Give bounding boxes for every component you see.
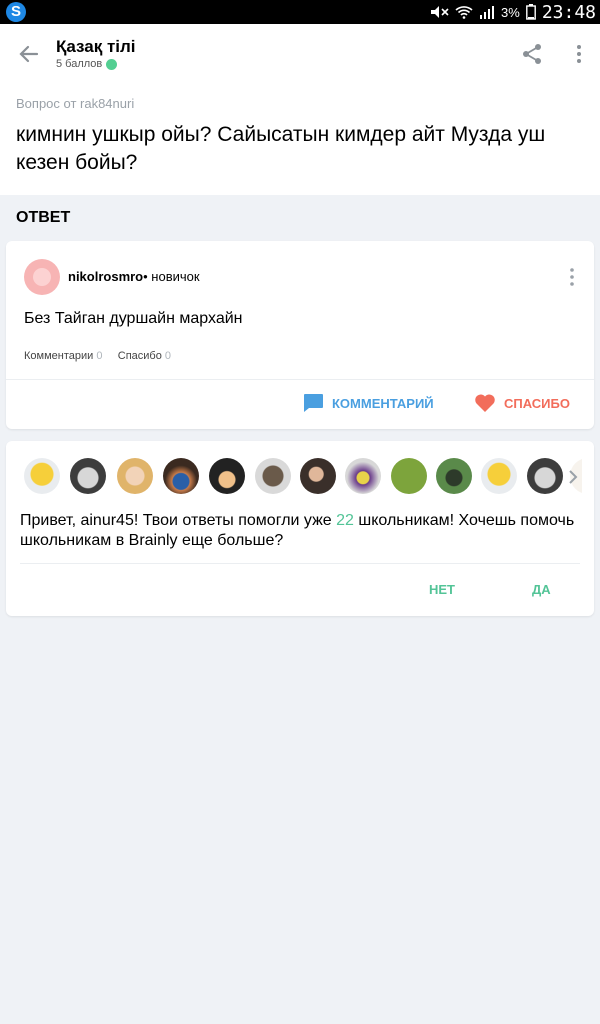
app-logo-icon: S [6, 2, 26, 22]
status-icons: 3% 23:48 [429, 0, 596, 24]
points-label: 5 баллов [56, 58, 118, 70]
thanks-label: Спасибо [117, 350, 162, 362]
avatar [436, 458, 472, 494]
author-rank: • новичок [143, 269, 200, 284]
helped-count: 22 [336, 512, 354, 529]
answer-text: Без Тайган дуршайн мархайн [24, 310, 243, 327]
wifi-icon [455, 6, 473, 19]
comment-icon [304, 394, 323, 412]
share-icon[interactable] [520, 42, 544, 66]
avatar [300, 458, 336, 494]
no-button[interactable]: НЕТ [429, 582, 455, 597]
thanks-count: 0 [164, 350, 172, 362]
avatar [255, 458, 291, 494]
avatar [391, 458, 427, 494]
battery-icon [525, 4, 536, 20]
comments-label: Комментарии [24, 350, 94, 362]
avatar [527, 458, 563, 494]
yes-button[interactable]: ДА [532, 582, 551, 597]
thanks-button[interactable]: СПАСИБО [474, 392, 570, 414]
avatar [345, 458, 381, 494]
promo-text: Привет, ainur45! Твои ответы помогли уже… [20, 511, 580, 551]
more-menu-icon[interactable] [574, 43, 584, 65]
thanks-button-label: СПАСИБО [504, 395, 570, 411]
comments-count: 0 [96, 350, 103, 362]
comment-button-label: КОММЕНТАРИЙ [332, 395, 434, 411]
answer-card: nikolrosmro• новичок Без Тайган дуршайн … [6, 241, 594, 429]
chevron-right-icon[interactable] [568, 469, 578, 485]
avatar [481, 458, 517, 494]
app-header: Қазақ тілі 5 баллов [0, 24, 600, 82]
avatar [24, 458, 60, 494]
points-text: 5 баллов [56, 58, 103, 70]
comment-button[interactable]: КОММЕНТАРИЙ [302, 392, 434, 414]
avatar [163, 458, 199, 494]
status-bar: S 3% 23:48 [0, 0, 600, 24]
battery-percent: 3% [501, 4, 520, 20]
subject-title: Қазақ тілі [56, 37, 136, 56]
mute-icon [431, 6, 449, 18]
avatar [117, 458, 153, 494]
clock: 23:48 [541, 1, 596, 23]
avatar [209, 458, 245, 494]
author-line[interactable]: nikolrosmro• новичок [68, 269, 200, 284]
divider [6, 379, 594, 380]
promo-card: Привет, ainur45! Твои ответы помогли уже… [6, 441, 594, 616]
answer-heading: ОТВЕТ [16, 209, 71, 226]
promo-text-before: Привет, ainur45! Твои ответы помогли уже [20, 512, 337, 529]
answer-menu-icon[interactable] [568, 267, 576, 287]
helped-users-avatars[interactable] [22, 458, 582, 498]
avatar [70, 458, 106, 494]
divider [20, 563, 580, 564]
author-name[interactable]: nikolrosmro [68, 269, 143, 284]
answer-meta: Комментарии 0 Спасибо 0 [24, 350, 171, 362]
heart-icon [475, 394, 495, 412]
question-block: Вопрос от rak84nuri кимнин ушкыр ойы? Са… [0, 82, 600, 195]
signal-icon [480, 6, 495, 19]
question-author[interactable]: Вопрос от rak84nuri [16, 96, 134, 111]
help-icon[interactable] [106, 58, 118, 70]
question-text: кимнин ушкыр ойы? Сайысатын кимдер айт М… [16, 123, 546, 174]
author-avatar[interactable] [24, 259, 60, 295]
back-arrow-icon[interactable] [17, 42, 41, 66]
